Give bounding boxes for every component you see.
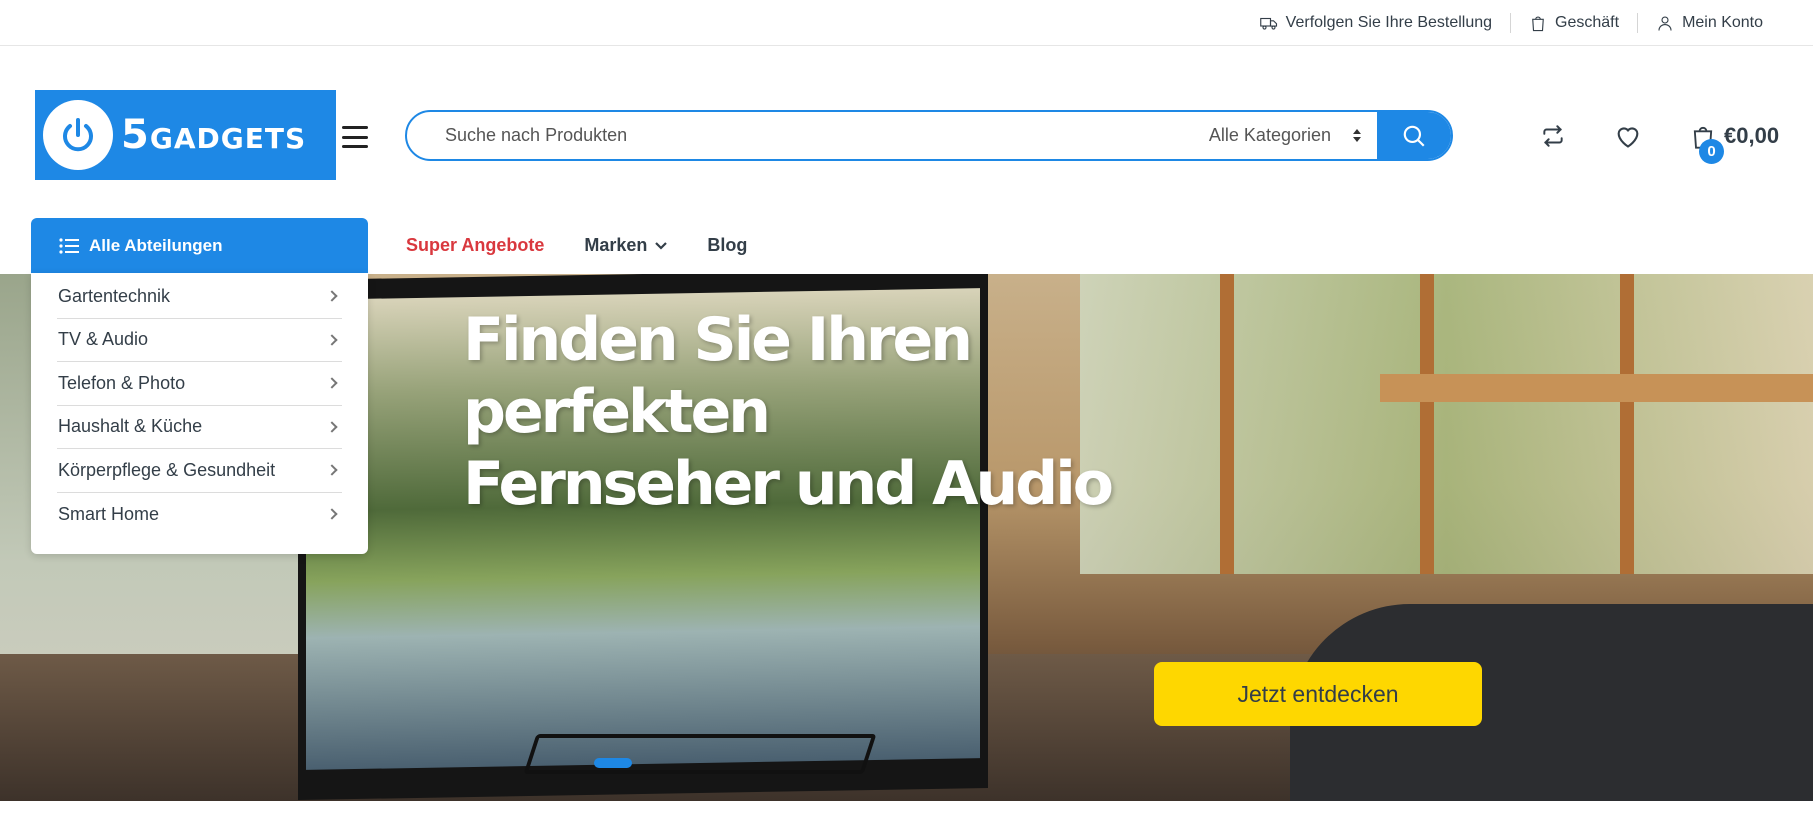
category-select[interactable]: Alle Kategorien [1209,112,1377,159]
department-label: Telefon & Photo [58,372,186,393]
heart-icon [1617,127,1639,148]
cart-count-badge: 0 [1699,139,1724,164]
all-departments-label: Alle Abteilungen [89,235,223,255]
search-input[interactable] [407,112,1209,159]
category-select-value: Alle Kategorien [1208,125,1331,145]
hamburger-menu-icon[interactable] [342,126,368,148]
select-arrows-icon [1353,129,1361,142]
track-order-link[interactable]: Verfolgen Sie Ihre Bestellung [1242,13,1510,33]
compare-icon [1543,125,1563,147]
chevron-right-icon [326,421,338,433]
compare-button[interactable] [1538,121,1568,151]
window-frame [1620,274,1634,574]
top-bar: Verfolgen Sie Ihre Bestellung Geschäft M… [0,0,1813,46]
shop-label: Geschäft [1555,14,1620,31]
department-item[interactable]: Telefon & Photo [57,362,342,406]
department-label: Haushalt & Küche [58,416,203,437]
user-icon [1658,16,1672,31]
hero-title-line1: Finden Sie Ihren perfekten [463,305,973,447]
list-icon [59,237,79,254]
department-item[interactable]: Gartentechnik [57,275,342,319]
search-button[interactable] [1377,112,1451,159]
shopping-bag-icon [1532,16,1544,32]
chevron-right-icon [326,464,338,476]
logo-text: 5GADGETS [121,112,307,158]
account-link[interactable]: Mein Konto [1637,13,1781,33]
power-icon [43,100,113,170]
all-departments-button[interactable]: Alle Abteilungen [31,218,368,273]
hero-title: Finden Sie Ihren perfekten Fernseher und… [463,304,1243,520]
search-bar: Alle Kategorien [405,110,1453,161]
slider-dot-active[interactable] [594,758,632,768]
hero-table [1380,374,1813,402]
chevron-right-icon [326,290,338,302]
department-item[interactable]: Haushalt & Küche [57,406,342,449]
department-item[interactable]: TV & Audio [57,319,342,362]
department-label: Smart Home [58,503,160,524]
discover-now-button[interactable]: Jetzt entdecken [1154,662,1482,726]
tv-stand [523,734,877,774]
chevron-down-icon [655,241,668,250]
nav-blog[interactable]: Blog [707,235,747,256]
nav-brands-label: Marken [584,235,648,255]
truck-icon [1259,17,1277,30]
site-logo[interactable]: 5GADGETS [35,90,336,180]
cart-total[interactable]: €0,00 [1724,123,1779,149]
hero-title-line2: Fernseher und Audio [463,449,1114,519]
nav-brands[interactable]: Marken [584,235,668,256]
search-icon [1403,125,1425,147]
main-nav: Super Angebote Marken Blog [406,218,747,273]
department-item[interactable]: Smart Home [57,493,342,537]
nav-super-deals[interactable]: Super Angebote [406,235,544,256]
chevron-right-icon [326,508,338,520]
track-order-label: Verfolgen Sie Ihre Bestellung [1285,14,1493,31]
department-label: TV & Audio [58,329,149,350]
window-frame [1420,274,1434,574]
departments-menu: Gartentechnik TV & Audio Telefon & Photo… [31,273,368,554]
department-label: Körperpflege & Gesundheit [58,459,276,480]
department-item[interactable]: Körperpflege & Gesundheit [57,449,342,493]
chevron-right-icon [326,334,338,346]
account-label: Mein Konto [1682,14,1763,31]
shop-link[interactable]: Geschäft [1510,13,1637,33]
department-label: Gartentechnik [58,285,171,306]
top-links: Verfolgen Sie Ihre Bestellung Geschäft M… [1242,0,1781,46]
chevron-right-icon [326,377,338,389]
wishlist-button[interactable] [1613,121,1643,151]
